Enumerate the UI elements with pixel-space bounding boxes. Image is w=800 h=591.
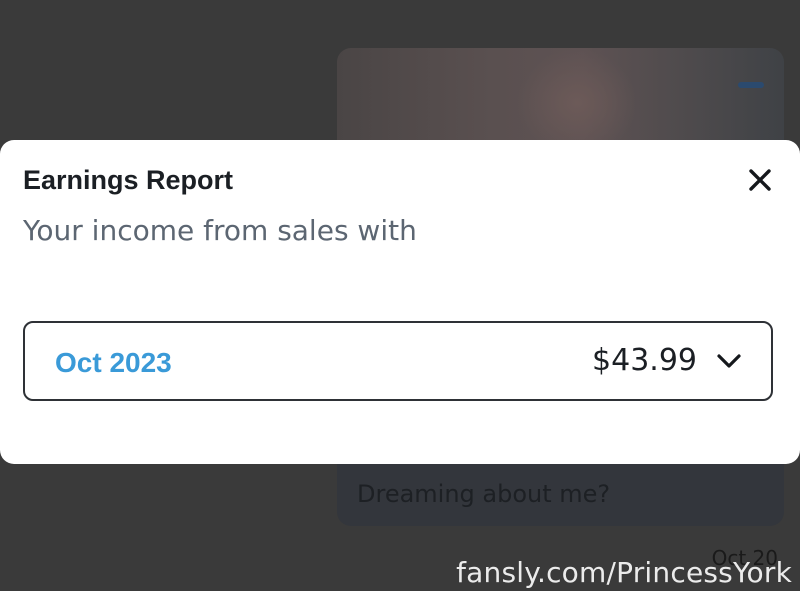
close-icon <box>748 168 772 192</box>
modal-subtitle: Your income from sales with <box>23 214 417 247</box>
chat-message-text: Dreaming about me? <box>357 480 611 508</box>
chevron-down-icon <box>715 351 743 371</box>
media-indicator <box>738 82 764 88</box>
selected-month: Oct 2023 <box>55 347 172 378</box>
close-button[interactable] <box>748 168 772 192</box>
app-screen: Dreaming about me? Oct 20 fansly.com/Pri… <box>0 0 800 591</box>
month-selector[interactable]: Oct 2023 $43.99 <box>23 321 773 401</box>
earnings-amount: $43.99 <box>592 343 697 378</box>
earnings-report-modal: Earnings Report Your income from sales w… <box>0 140 800 464</box>
modal-title: Earnings Report <box>23 165 234 195</box>
watermark: fansly.com/PrincessYork <box>456 556 792 589</box>
chat-message-bubble: Dreaming about me? <box>337 460 784 526</box>
